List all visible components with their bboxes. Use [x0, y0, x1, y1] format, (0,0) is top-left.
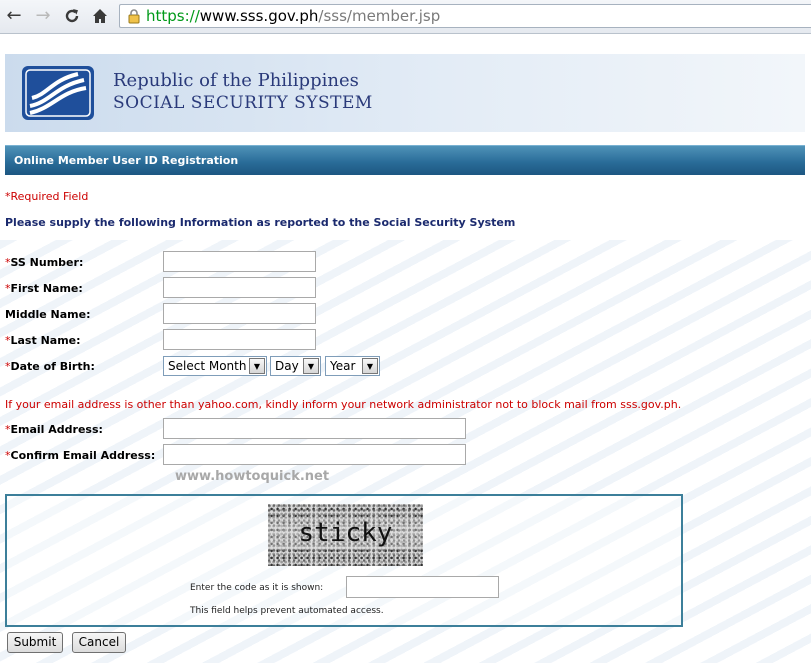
url-text: https://www.sss.gov.ph/sss/member.jsp	[146, 7, 440, 25]
birth-month-select[interactable]: Select Month ▼	[163, 356, 267, 376]
forward-arrow-icon[interactable]: →	[32, 5, 54, 27]
cancel-button[interactable]: Cancel	[72, 632, 126, 653]
birth-year-value: Year	[330, 359, 356, 373]
chevron-down-icon: ▼	[249, 358, 265, 374]
url-scheme: https://	[146, 7, 200, 25]
site-header: Republic of the Philippines SOCIAL SECUR…	[5, 54, 805, 132]
last-name-label: *Last Name:	[5, 334, 81, 347]
first-name-label: *First Name:	[5, 282, 83, 295]
captcha-help-text: This field helps prevent automated acces…	[190, 606, 384, 616]
captcha-panel: sticky Enter the code as it is shown: Th…	[5, 494, 683, 627]
reload-icon[interactable]	[61, 5, 83, 27]
form-title-bar: Online Member User ID Registration	[5, 145, 805, 175]
captcha-label: Enter the code as it is shown:	[190, 583, 324, 593]
ss-number-label: *SS Number:	[5, 256, 83, 269]
confirm-email-label-text: Confirm Email Address:	[10, 449, 156, 462]
middle-name-label: Middle Name:	[5, 308, 91, 321]
org-name: SOCIAL SECURITY SYSTEM	[113, 93, 373, 113]
confirm-email-label: *Confirm Email Address:	[5, 449, 155, 462]
first-name-label-text: First Name:	[10, 282, 83, 295]
url-host: www.sss.gov.ph	[199, 7, 319, 25]
captcha-word: sticky	[268, 518, 423, 548]
lock-icon	[126, 8, 142, 24]
chevron-down-icon: ▼	[362, 358, 378, 374]
dob-label: *Date of Birth:	[5, 360, 95, 373]
sss-logo	[22, 66, 94, 120]
email-label-text: Email Address:	[10, 423, 103, 436]
site-watermark: www.howtoquick.net	[175, 469, 330, 484]
url-path: /sss/member.jsp	[318, 7, 441, 25]
captcha-input[interactable]	[346, 576, 499, 598]
ss-number-label-text: SS Number:	[10, 256, 84, 269]
first-name-input[interactable]	[163, 277, 316, 298]
birth-year-select[interactable]: Year ▼	[325, 356, 380, 376]
middle-name-input[interactable]	[163, 303, 316, 324]
chevron-down-icon: ▼	[303, 358, 319, 374]
required-field-note: *Required Field	[5, 190, 89, 203]
birth-day-value: Day	[275, 359, 299, 373]
dob-label-text: Date of Birth:	[10, 360, 95, 373]
home-icon[interactable]	[89, 5, 111, 27]
last-name-label-text: Last Name:	[10, 334, 81, 347]
back-arrow-icon[interactable]: ←	[3, 5, 25, 27]
address-bar[interactable]: https://www.sss.gov.ph/sss/member.jsp	[119, 4, 811, 28]
instruction-text: Please supply the following Information …	[5, 216, 516, 229]
email-note: If your email address is other than yaho…	[5, 398, 682, 411]
email-input[interactable]	[163, 418, 466, 439]
submit-button[interactable]: Submit	[7, 632, 63, 653]
browser-toolbar: ← → https://www.sss.gov.ph/sss/member.js…	[0, 0, 811, 34]
birth-month-value: Select Month	[168, 359, 247, 373]
last-name-input[interactable]	[163, 329, 316, 350]
email-label: *Email Address:	[5, 423, 103, 436]
confirm-email-input[interactable]	[163, 444, 466, 465]
ss-number-input[interactable]	[163, 251, 316, 272]
org-country: Republic of the Philippines	[113, 70, 359, 91]
form-title: Online Member User ID Registration	[14, 154, 239, 167]
captcha-image: sticky	[268, 504, 423, 566]
birth-day-select[interactable]: Day ▼	[270, 356, 321, 376]
